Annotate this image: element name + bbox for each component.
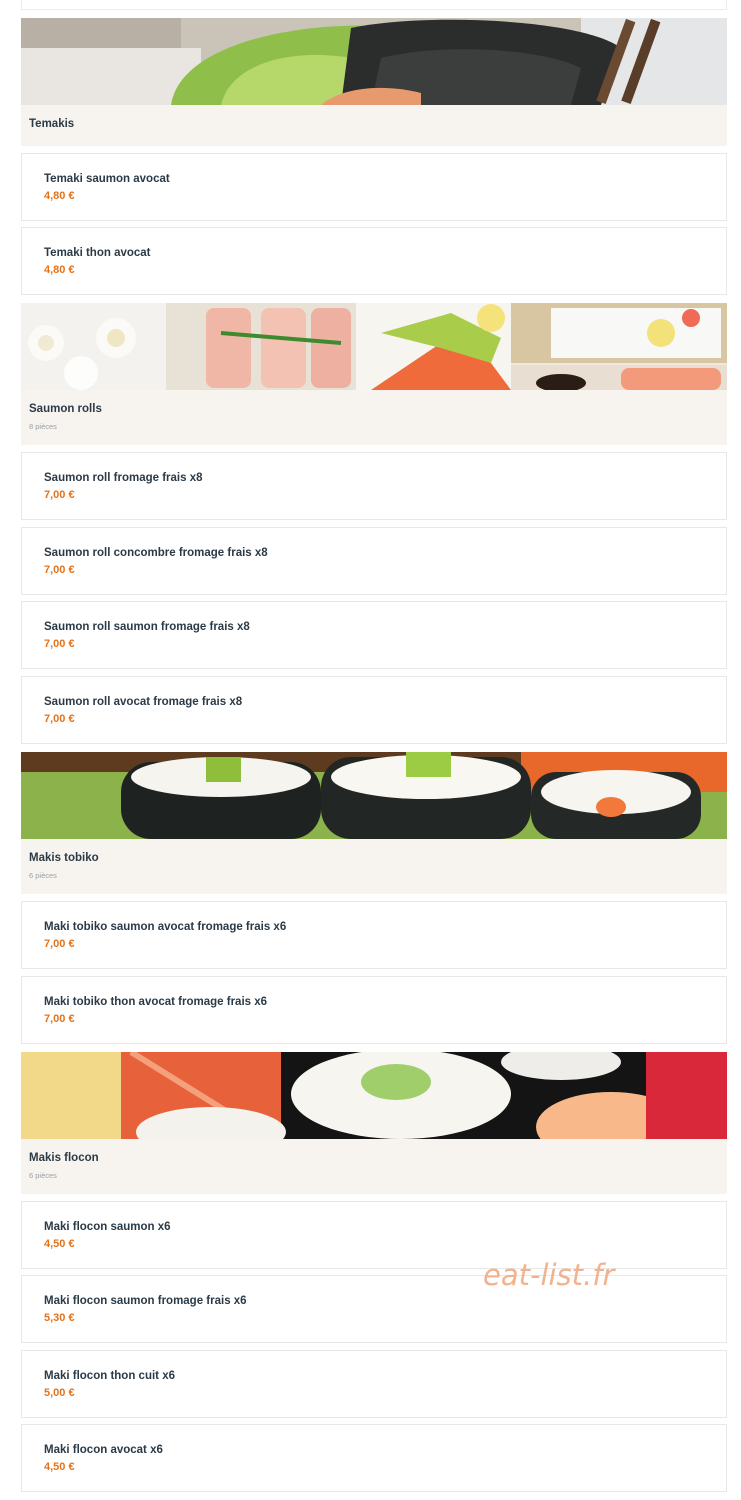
menu-item[interactable]: Saumon roll avocat fromage frais x8 7,00… xyxy=(21,676,727,744)
menu-item[interactable]: Temaki thon avocat 4,80 € xyxy=(21,227,727,295)
item-name: Maki flocon thon cuit x6 xyxy=(44,1370,175,1382)
item-price: 7,00 € xyxy=(44,489,75,501)
category-title: Makis tobiko xyxy=(29,852,99,864)
menu-item[interactable]: Saumon roll fromage frais x8 7,00 € xyxy=(21,452,727,520)
category-title: Makis flocon xyxy=(29,1152,99,1164)
item-name: Maki tobiko thon avocat fromage frais x6 xyxy=(44,996,268,1008)
menu-item[interactable]: Temaki saumon avocat 4,80 € xyxy=(21,153,727,221)
item-name: Saumon roll saumon fromage frais x8 xyxy=(44,621,250,633)
item-name: Maki flocon saumon fromage frais x6 xyxy=(44,1295,247,1307)
menu-item[interactable]: Maki flocon thon cuit x6 5,00 € xyxy=(21,1350,727,1418)
item-price: 7,00 € xyxy=(44,1013,75,1025)
item-name: Saumon roll avocat fromage frais x8 xyxy=(44,696,243,708)
item-name: Maki flocon saumon x6 xyxy=(44,1221,171,1233)
item-name: Saumon roll concombre fromage frais x8 xyxy=(44,547,268,559)
category-subtitle: 6 pièces xyxy=(29,871,57,880)
item-name: Temaki saumon avocat xyxy=(44,173,170,185)
item-price: 7,00 € xyxy=(44,938,75,950)
item-price: 7,00 € xyxy=(44,564,75,576)
menu-item[interactable]: Maki flocon avocat x6 4,50 € xyxy=(21,1424,727,1492)
item-price: 7,00 € xyxy=(44,638,75,650)
category-subtitle: 8 pièces xyxy=(29,422,57,431)
temaki-photo xyxy=(21,18,727,105)
item-price: 5,30 € xyxy=(44,1312,75,1324)
menu-item[interactable]: Maki tobiko thon avocat fromage frais x6… xyxy=(21,976,727,1044)
previous-item-card[interactable] xyxy=(21,0,727,10)
item-price: 7,00 € xyxy=(44,713,75,725)
category-header-temakis: Temakis xyxy=(21,18,727,146)
category-header-makis-flocon: Makis flocon 6 pièces xyxy=(21,1052,727,1194)
item-price: 4,80 € xyxy=(44,190,75,202)
maki-flocon-photo xyxy=(21,1052,727,1139)
item-name: Temaki thon avocat xyxy=(44,247,151,259)
menu-item[interactable]: Maki tobiko saumon avocat fromage frais … xyxy=(21,901,727,969)
category-header-makis-tobiko: Makis tobiko 6 pièces xyxy=(21,752,727,894)
category-title: Saumon rolls xyxy=(29,403,102,415)
item-name: Maki tobiko saumon avocat fromage frais … xyxy=(44,921,287,933)
category-header-saumon-rolls: Saumon rolls 8 pièces xyxy=(21,303,727,445)
item-price: 4,80 € xyxy=(44,264,75,276)
watermark: eat-list.fr xyxy=(483,1258,615,1292)
menu-item[interactable]: Maki flocon saumon fromage frais x6 5,30… xyxy=(21,1275,727,1343)
category-subtitle: 6 pièces xyxy=(29,1171,57,1180)
menu-item[interactable]: Saumon roll saumon fromage frais x8 7,00… xyxy=(21,601,727,669)
item-price: 4,50 € xyxy=(44,1461,75,1473)
item-name: Saumon roll fromage frais x8 xyxy=(44,472,203,484)
menu-item[interactable]: Maki flocon saumon x6 4,50 € xyxy=(21,1201,727,1269)
salmon-rolls-photo xyxy=(21,303,727,390)
item-price: 4,50 € xyxy=(44,1238,75,1250)
category-title: Temakis xyxy=(29,118,75,130)
maki-tobiko-photo xyxy=(21,752,727,839)
item-price: 5,00 € xyxy=(44,1387,75,1399)
item-name: Maki flocon avocat x6 xyxy=(44,1444,163,1456)
menu-item[interactable]: Saumon roll concombre fromage frais x8 7… xyxy=(21,527,727,595)
